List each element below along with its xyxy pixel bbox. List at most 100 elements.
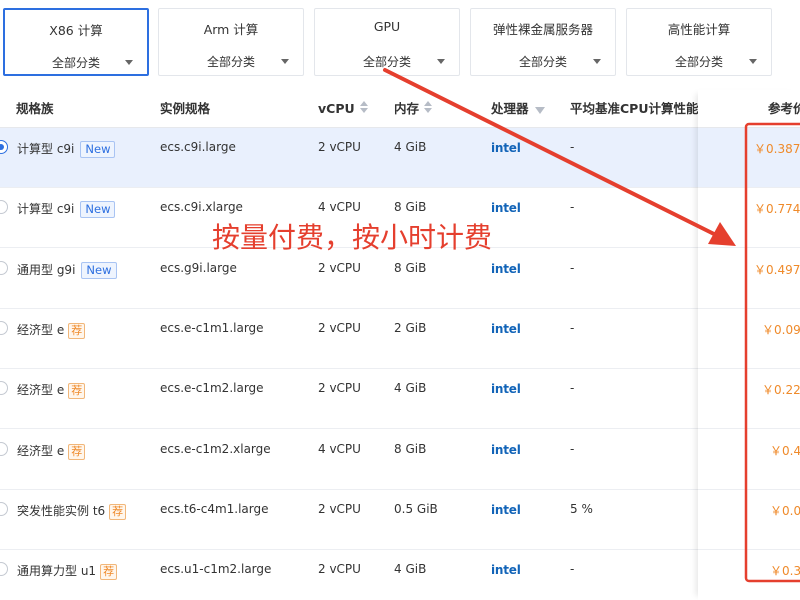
cell-baseline: -	[570, 320, 575, 335]
sort-icon[interactable]	[423, 101, 433, 115]
intel-logo-icon: intel	[491, 563, 521, 578]
chevron-down-icon	[749, 59, 757, 64]
row-radio[interactable]	[0, 200, 8, 215]
intel-logo-icon: intel	[491, 201, 521, 216]
recommend-badge: 荐	[68, 383, 86, 400]
cell-price: ￥0.7746	[754, 202, 800, 217]
header-memory[interactable]: 内存	[394, 90, 433, 128]
cell-spec: ecs.g9i.large	[160, 260, 237, 275]
category-card-arm[interactable]: Arm 计算 全部分类	[158, 8, 304, 76]
family-label: 通用算力型 u1	[17, 564, 97, 579]
family-label: 计算型 c9i	[17, 142, 75, 156]
chevron-down-icon	[593, 59, 601, 64]
row-radio[interactable]	[0, 501, 8, 516]
cell-price: ￥0.4975	[754, 262, 800, 277]
table-row[interactable]: 经济型 e 荐 ecs.e-c1m1.large 2 vCPU 2 GiB intel -	[0, 308, 800, 369]
cell-vcpu: 4 vCPU	[318, 200, 361, 215]
family-label: 计算型 c9i	[17, 202, 75, 217]
table-row[interactable]: 经济型 e 荐 ecs.e-c1m2.large 2 vCPU 4 GiB intel -	[0, 369, 800, 430]
intel-logo-icon: intel	[491, 321, 521, 336]
row-radio[interactable]	[0, 260, 8, 275]
family-label: 经济型 e	[17, 322, 65, 337]
recommend-badge: 荐	[68, 322, 86, 339]
cell-baseline: -	[570, 260, 575, 275]
header-family: 规格族	[16, 101, 54, 116]
header-processor[interactable]: 处理器	[491, 90, 545, 128]
recommend-badge: 荐	[68, 443, 86, 460]
cell-spec: ecs.e-c1m2.xlarge	[160, 441, 271, 456]
intel-logo-icon: intel	[491, 261, 521, 276]
cell-vcpu: 2 vCPU	[318, 140, 361, 154]
cell-family: 计算型 c9i New	[17, 140, 116, 158]
cell-vcpu: 2 vCPU	[318, 260, 361, 275]
row-radio[interactable]	[0, 381, 8, 396]
category-dropdown[interactable]: 全部分类	[159, 53, 303, 75]
cell-spec: ecs.e-c1m1.large	[160, 320, 264, 335]
table-row[interactable]: 计算型 c9i New ecs.c9i.large 2 vCPU 4 GiB intel -	[0, 128, 800, 188]
cell-family: 突发性能实例 t6 荐	[17, 502, 127, 520]
cell-baseline: -	[570, 381, 575, 396]
category-title: X86 计算	[49, 23, 103, 38]
category-card-x86[interactable]: X86 计算 全部分类	[3, 8, 149, 76]
table-row[interactable]: 通用算力型 u1 荐 ecs.u1-c1m2.large 2 vCPU 4 GiB int…	[0, 550, 800, 600]
price-row: ￥0.094	[698, 308, 800, 369]
new-badge: New	[80, 201, 116, 219]
cell-price: ￥0.225	[762, 383, 800, 398]
price-row: ￥0.4975	[698, 248, 800, 309]
family-label: 通用型 g9i	[17, 262, 76, 277]
table-row[interactable]: 突发性能实例 t6 荐 ecs.t6-c4m1.large 2 vCPU 0.5 GiB…	[0, 489, 800, 550]
cell-memory: 4 GiB	[394, 140, 427, 154]
header-baseline: 平均基准CPU计算性能	[570, 101, 699, 116]
row-radio[interactable]	[0, 140, 8, 154]
category-card-gpu[interactable]: GPU 全部分类	[314, 8, 460, 76]
filter-icon[interactable]	[534, 107, 545, 114]
category-title: 弹性裸金属服务器	[492, 22, 593, 37]
recommend-badge: 荐	[100, 564, 118, 581]
family-label: 经济型 e	[17, 383, 65, 398]
cell-spec: ecs.c9i.large	[160, 140, 236, 154]
chevron-down-icon	[125, 60, 133, 65]
cell-spec: ecs.u1-c1m2.large	[160, 562, 272, 577]
table-row[interactable]: 计算型 c9i New ecs.c9i.xlarge 4 vCPU 8 GiB intel…	[0, 188, 800, 249]
cell-family: 通用算力型 u1 荐	[17, 562, 118, 581]
row-radio[interactable]	[0, 441, 8, 456]
cell-vcpu: 4 vCPU	[318, 441, 361, 456]
table-row[interactable]: 通用型 g9i New ecs.g9i.large 2 vCPU 8 GiB intel -	[0, 248, 800, 309]
category-title: 高性能计算	[667, 22, 731, 37]
cell-family: 经济型 e荐	[17, 442, 86, 460]
instance-spec-table: 规格族 实例规格 vCPU 内存 处理器 平均基准CPU计算性能 计算型 c9i…	[0, 90, 800, 600]
category-dropdown[interactable]: 全部分类	[471, 53, 615, 75]
category-dropdown[interactable]: 全部分类	[627, 53, 771, 75]
table-row[interactable]: 经济型 e 荐 ecs.e-c1m2.xlarge 4 vCPU 8 GiB intel -	[0, 429, 800, 490]
cell-baseline: -	[570, 140, 575, 154]
cell-price: ￥0.3873	[754, 142, 800, 156]
cell-spec: ecs.t6-c4m1.large	[160, 501, 269, 516]
cell-family: 计算型 c9i New	[17, 200, 116, 219]
category-dropdown[interactable]: 全部分类	[5, 54, 147, 76]
header-price: 参考价	[698, 90, 800, 128]
category-dropdown[interactable]: 全部分类	[315, 53, 459, 75]
row-radio[interactable]	[0, 562, 8, 577]
intel-logo-icon: intel	[491, 141, 521, 155]
family-label: 突发性能实例 t6	[17, 503, 106, 518]
cell-baseline: -	[570, 441, 575, 456]
price-row: ￥0.7746	[698, 188, 800, 249]
cell-price: ￥0.02	[770, 503, 800, 518]
cell-family: 经济型 e荐	[17, 381, 86, 400]
header-spec: 实例规格	[160, 101, 211, 116]
header-vcpu[interactable]: vCPU	[318, 90, 369, 128]
row-radio[interactable]	[0, 320, 8, 335]
header-memory-label: 内存	[394, 101, 420, 116]
category-card-hpc[interactable]: 高性能计算 全部分类	[626, 8, 772, 76]
cell-vcpu: 2 vCPU	[318, 501, 361, 516]
chevron-down-icon	[281, 59, 289, 64]
category-card-bare-metal[interactable]: 弹性裸金属服务器 全部分类	[470, 8, 616, 76]
cell-vcpu: 2 vCPU	[318, 320, 361, 335]
price-row: ￥0.45	[698, 429, 800, 490]
new-badge: New	[80, 141, 116, 158]
cell-memory: 0.5 GiB	[394, 501, 438, 516]
sort-icon[interactable]	[359, 101, 369, 115]
family-label: 经济型 e	[17, 443, 65, 458]
cell-baseline: -	[570, 200, 575, 215]
price-column: 参考价 ￥0.3873 ￥0.7746 ￥0.4975 ￥0.094 ￥0.225 ￥0.…	[698, 90, 800, 600]
